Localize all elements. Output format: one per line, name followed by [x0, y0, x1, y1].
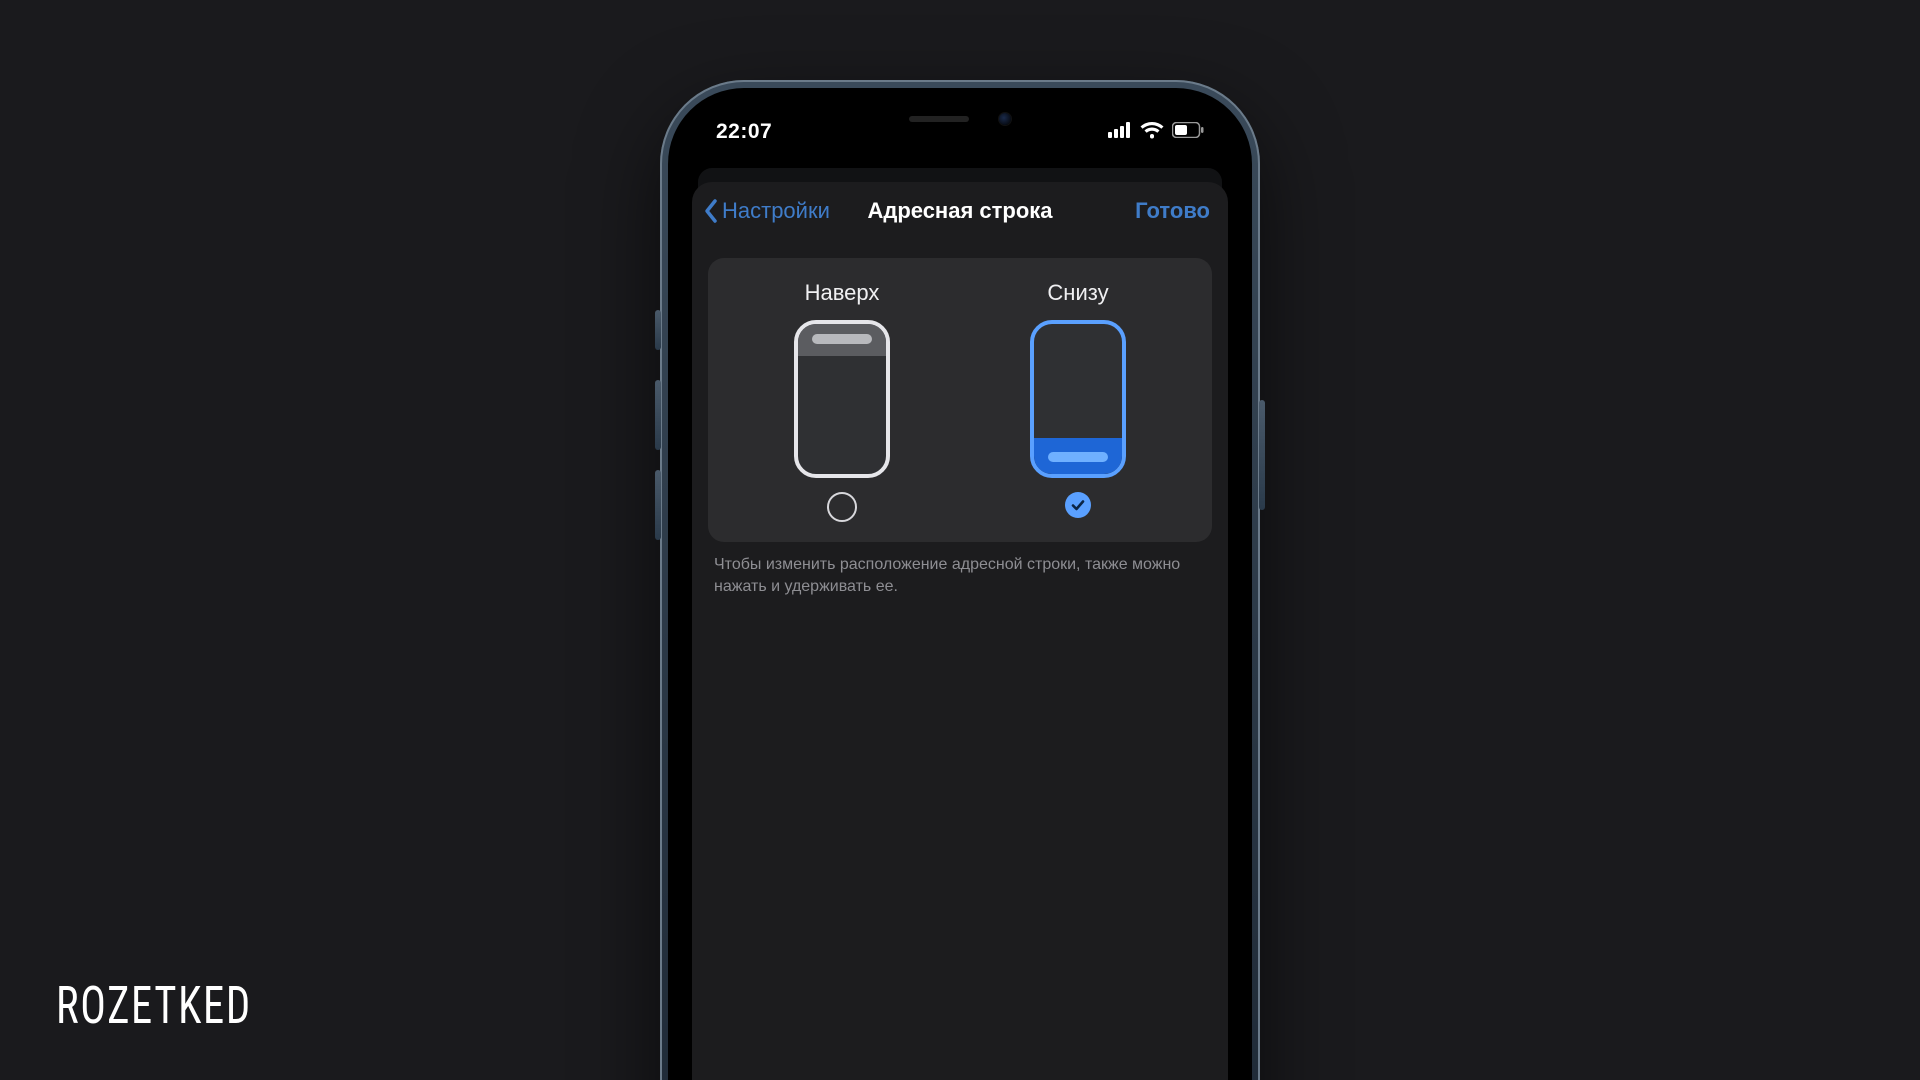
radio-unselected-icon: [827, 492, 857, 522]
back-label: Настройки: [722, 198, 830, 224]
sheet-header: Настройки Адресная строка Готово: [692, 182, 1228, 238]
mute-switch: [655, 310, 661, 350]
status-time: 22:07: [716, 120, 772, 144]
stage: 22:07: [0, 0, 1920, 1080]
settings-sheet: Настройки Адресная строка Готово Наверх …: [692, 182, 1228, 1080]
option-top[interactable]: Наверх: [724, 280, 960, 522]
phone-device: 22:07: [660, 80, 1260, 1080]
chevron-left-icon: [702, 198, 720, 224]
address-bar-top-preview-icon: [794, 320, 890, 478]
phone-screen: 22:07: [682, 102, 1238, 1080]
front-camera: [999, 113, 1011, 125]
power-button: [1259, 400, 1265, 510]
cellular-icon: [1108, 122, 1132, 143]
address-bar-bottom-preview-icon: [1030, 320, 1126, 478]
option-bottom[interactable]: Снизу: [960, 280, 1196, 522]
watermark-logo: ROZETKED: [56, 975, 252, 1036]
battery-icon: [1172, 122, 1204, 143]
address-bar-position-card: Наверх Снизу: [708, 258, 1212, 542]
radio-selected-icon: [1065, 492, 1091, 518]
volume-up-button: [655, 380, 661, 450]
footnote-text: Чтобы изменить расположение адресной стр…: [692, 542, 1228, 597]
status-right: [1108, 121, 1204, 144]
phone-bezel: 22:07: [668, 88, 1252, 1080]
wifi-icon: [1140, 121, 1164, 144]
speaker-grille: [909, 116, 969, 122]
notch: [855, 102, 1065, 136]
option-bottom-label: Снизу: [1047, 280, 1108, 306]
volume-down-button: [655, 470, 661, 540]
sheet-title: Адресная строка: [867, 198, 1052, 224]
back-button[interactable]: Настройки: [702, 198, 830, 224]
done-button[interactable]: Готово: [1135, 198, 1210, 224]
option-top-label: Наверх: [805, 280, 880, 306]
